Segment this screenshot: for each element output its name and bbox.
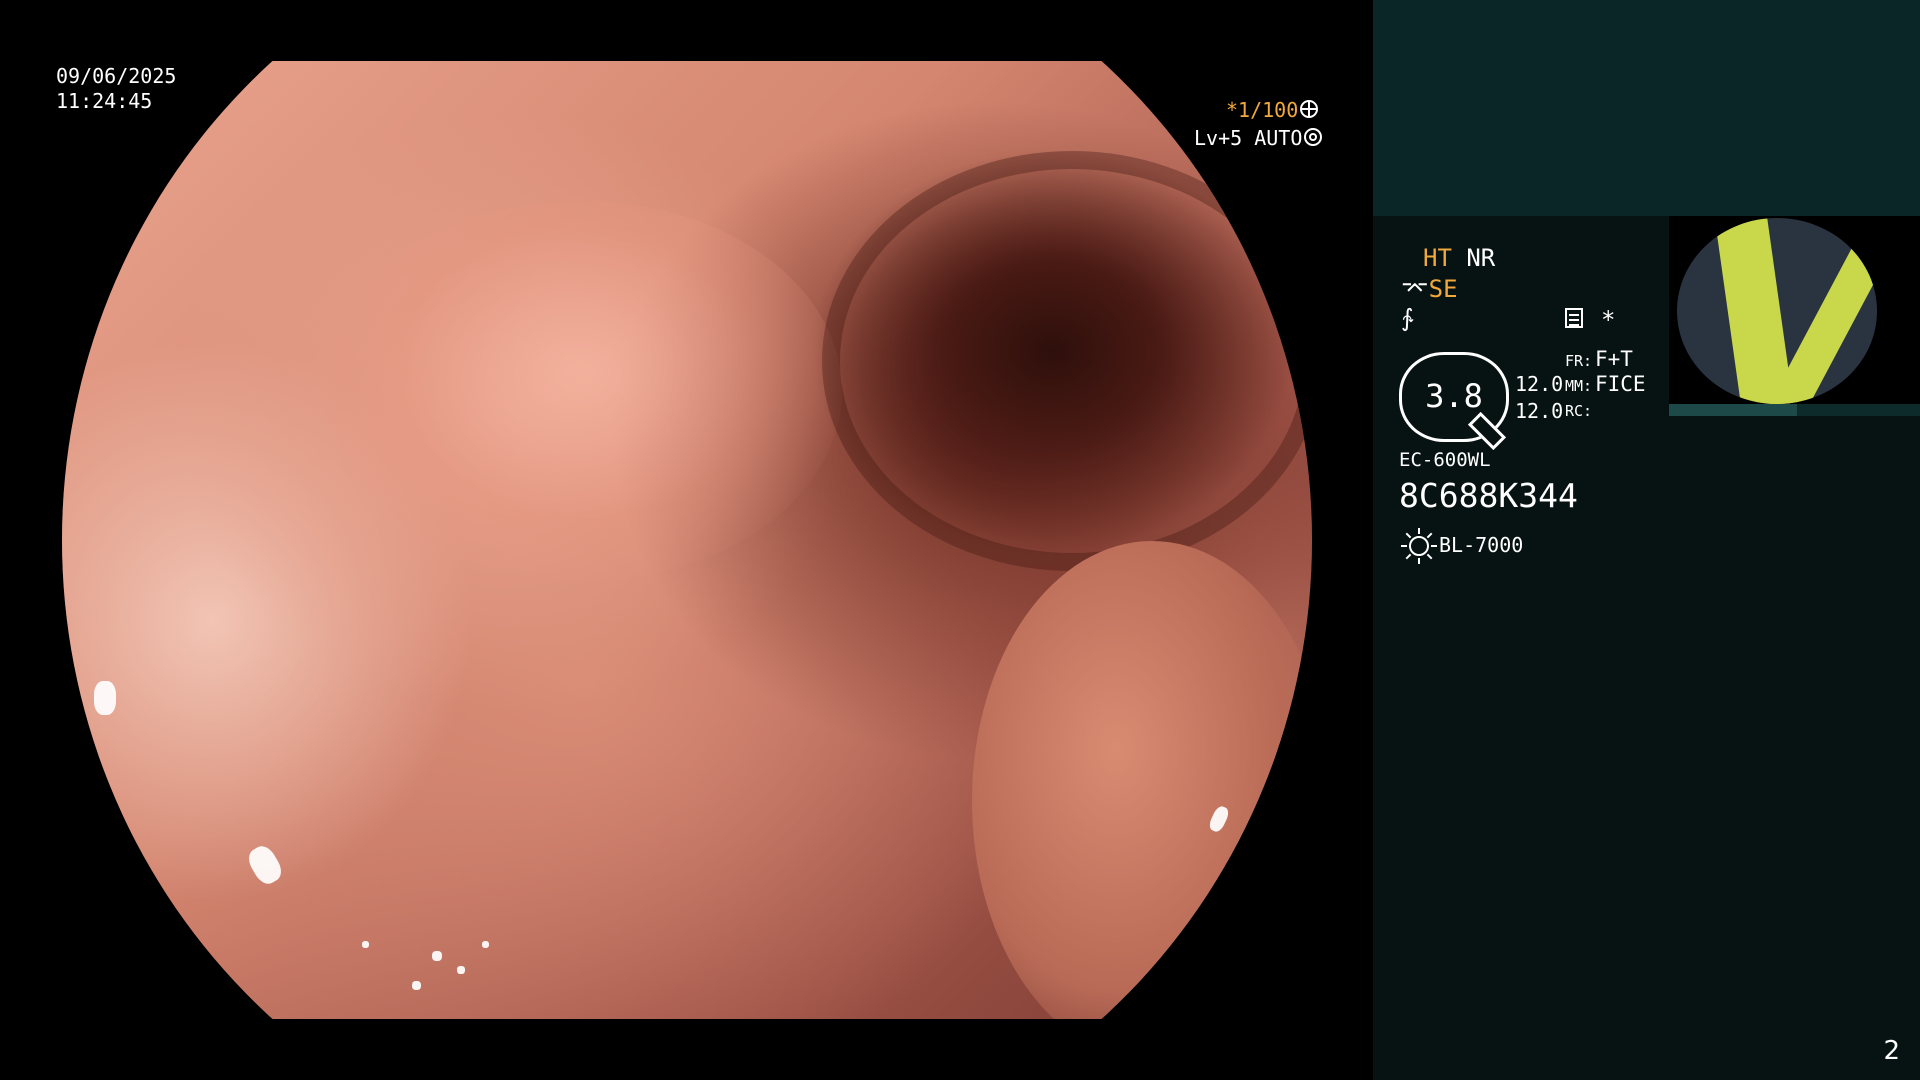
magnifier-icon	[1467, 411, 1507, 451]
structure-enhance-icon: ⌤	[1401, 275, 1429, 303]
thumbnail-image	[1677, 218, 1877, 404]
endoscopic-image	[62, 61, 1312, 1019]
thumbnail-bar-fill	[1669, 404, 1797, 416]
star-indicator: *	[1601, 306, 1616, 334]
zoom-indicator: 3.8	[1399, 352, 1509, 451]
ht-label: HT	[1423, 244, 1452, 272]
nr-label: NR	[1466, 244, 1496, 272]
light-reflection	[482, 941, 489, 948]
info-panel: HT NR ⌤SE ∱ * 3.8 12.0 12.0 FR: F+T MM: …	[1373, 0, 1920, 1080]
light-reflection	[94, 681, 116, 715]
mm-label: MM:	[1565, 377, 1593, 395]
auto-iris-icon	[1304, 128, 1323, 146]
shutter-readout: *1/100	[1226, 98, 1319, 123]
light-reflection	[362, 941, 369, 948]
scope-serial: 8C688K344	[1399, 476, 1578, 515]
light-source-model: BL-7000	[1439, 533, 1524, 557]
light-reflection	[244, 842, 286, 888]
value-a: 12.0	[1515, 372, 1564, 396]
se-label: SE	[1428, 275, 1458, 303]
se-status: ⌤SE	[1401, 275, 1458, 303]
endoscopy-screen: 09/06/2025 11:24:45 *1/100 Lv+5 AUTO HT …	[0, 0, 1920, 1080]
exam-date: 09/06/2025	[56, 64, 177, 88]
mm-value: FICE	[1595, 372, 1646, 396]
settings-icon	[1565, 308, 1583, 328]
enhance-icon: ∱	[1401, 304, 1414, 332]
fr-label: FR:	[1565, 352, 1593, 370]
page-number: 2	[1883, 1036, 1900, 1066]
exam-time: 11:24:45	[56, 89, 153, 113]
shutter-speed: *1/100	[1226, 98, 1299, 122]
thumbnail-preview[interactable]	[1669, 216, 1920, 416]
value-b: 12.0	[1515, 399, 1564, 423]
light-source-bulb-icon	[1409, 536, 1429, 556]
rc-label: RC:	[1565, 402, 1593, 420]
thumbnail-status-bar	[1669, 404, 1920, 416]
panel-header-area	[1373, 0, 1920, 216]
endoscope-view: 09/06/2025 11:24:45 *1/100 Lv+5 AUTO	[0, 0, 1373, 1080]
light-reflection	[432, 951, 442, 961]
ht-nr-status: HT NR	[1423, 244, 1495, 272]
level-mode: Lv+5 AUTO	[1194, 126, 1303, 150]
light-reflection	[412, 981, 421, 990]
scope-model: EC-600WL	[1399, 449, 1491, 471]
level-readout: Lv+5 AUTO	[1194, 126, 1323, 151]
zoom-value: 3.8	[1425, 377, 1483, 415]
mucosa-fold	[322, 201, 842, 581]
shutter-icon	[1300, 100, 1319, 118]
mucosa-fold	[972, 541, 1312, 1019]
lumen-ring	[822, 151, 1312, 571]
light-reflection	[457, 966, 465, 974]
fr-value: F+T	[1595, 347, 1633, 371]
